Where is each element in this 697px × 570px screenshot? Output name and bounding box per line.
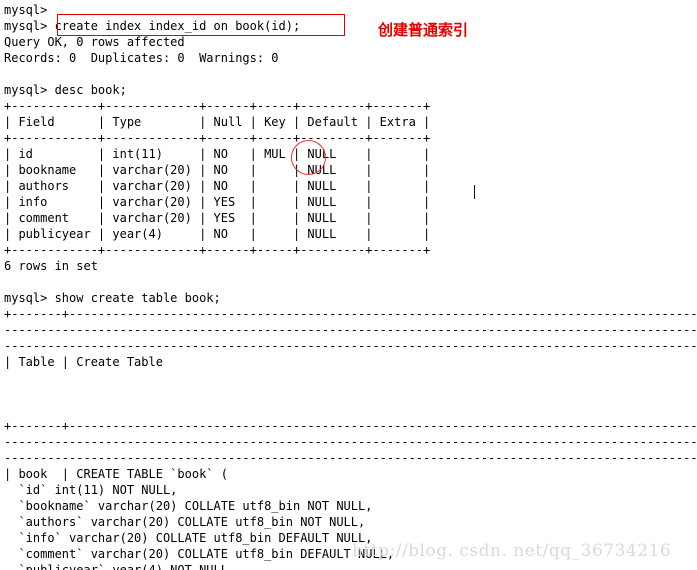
terminal-line: | id | int(11) | NO | MUL | NULL | | [4, 147, 431, 161]
terminal-line: | comment | varchar(20) | YES | | NULL |… [4, 211, 431, 225]
terminal-line: mysql> [4, 3, 48, 17]
terminal-line: `authors` varchar(20) COLLATE utf8_bin N… [4, 515, 366, 529]
terminal-line: Records: 0 Duplicates: 0 Warnings: 0 [4, 51, 279, 65]
terminal-line: ----------------------------------------… [4, 435, 697, 449]
terminal-line: 6 rows in set [4, 259, 98, 273]
blog-watermark: http://blog. csdn. net/qq_36734216 [352, 541, 672, 561]
terminal-line: Query OK, 0 rows affected [4, 35, 185, 49]
terminal-line: | Table | Create Table [4, 355, 163, 369]
chinese-annotation-label: 创建普通索引 [378, 21, 469, 39]
terminal-line: mysql> desc book; [4, 83, 127, 97]
terminal-line: ----------------------------------------… [4, 323, 697, 337]
terminal-line: | publicyear | year(4) | NO | | NULL | | [4, 227, 431, 241]
terminal-line: mysql> show create table book; [4, 291, 221, 305]
terminal-line: +------------+-------------+------+-----… [4, 131, 431, 145]
terminal-output: mysql> mysql> create index index_id on bo… [4, 2, 697, 570]
terminal-line: +------------+-------------+------+-----… [4, 99, 431, 113]
terminal-line: | Field | Type | Null | Key | Default | … [4, 115, 431, 129]
terminal-line: +-------+-------------------------------… [4, 307, 697, 321]
terminal-line: +------------+-------------+------+-----… [4, 243, 431, 257]
terminal-screenshot: mysql> mysql> create index index_id on bo… [0, 0, 697, 570]
terminal-line: ----------------------------------------… [4, 339, 697, 353]
terminal-line: `id` int(11) NOT NULL, [4, 483, 178, 497]
terminal-line: `bookname` varchar(20) COLLATE utf8_bin … [4, 499, 373, 513]
terminal-line: | bookname | varchar(20) | NO | | NULL |… [4, 163, 431, 177]
terminal-line: | book | CREATE TABLE `book` ( [4, 467, 228, 481]
terminal-line: `publicyear` year(4) NOT NULL, [4, 563, 236, 570]
terminal-line: +-------+-------------------------------… [4, 419, 697, 433]
text-cursor-artifact [474, 185, 475, 199]
terminal-line: ----------------------------------------… [4, 451, 697, 465]
terminal-line: mysql> create index index_id on book(id)… [4, 19, 301, 33]
terminal-line: | authors | varchar(20) | NO | | NULL | … [4, 179, 431, 193]
terminal-line: | info | varchar(20) | YES | | NULL | | [4, 195, 431, 209]
